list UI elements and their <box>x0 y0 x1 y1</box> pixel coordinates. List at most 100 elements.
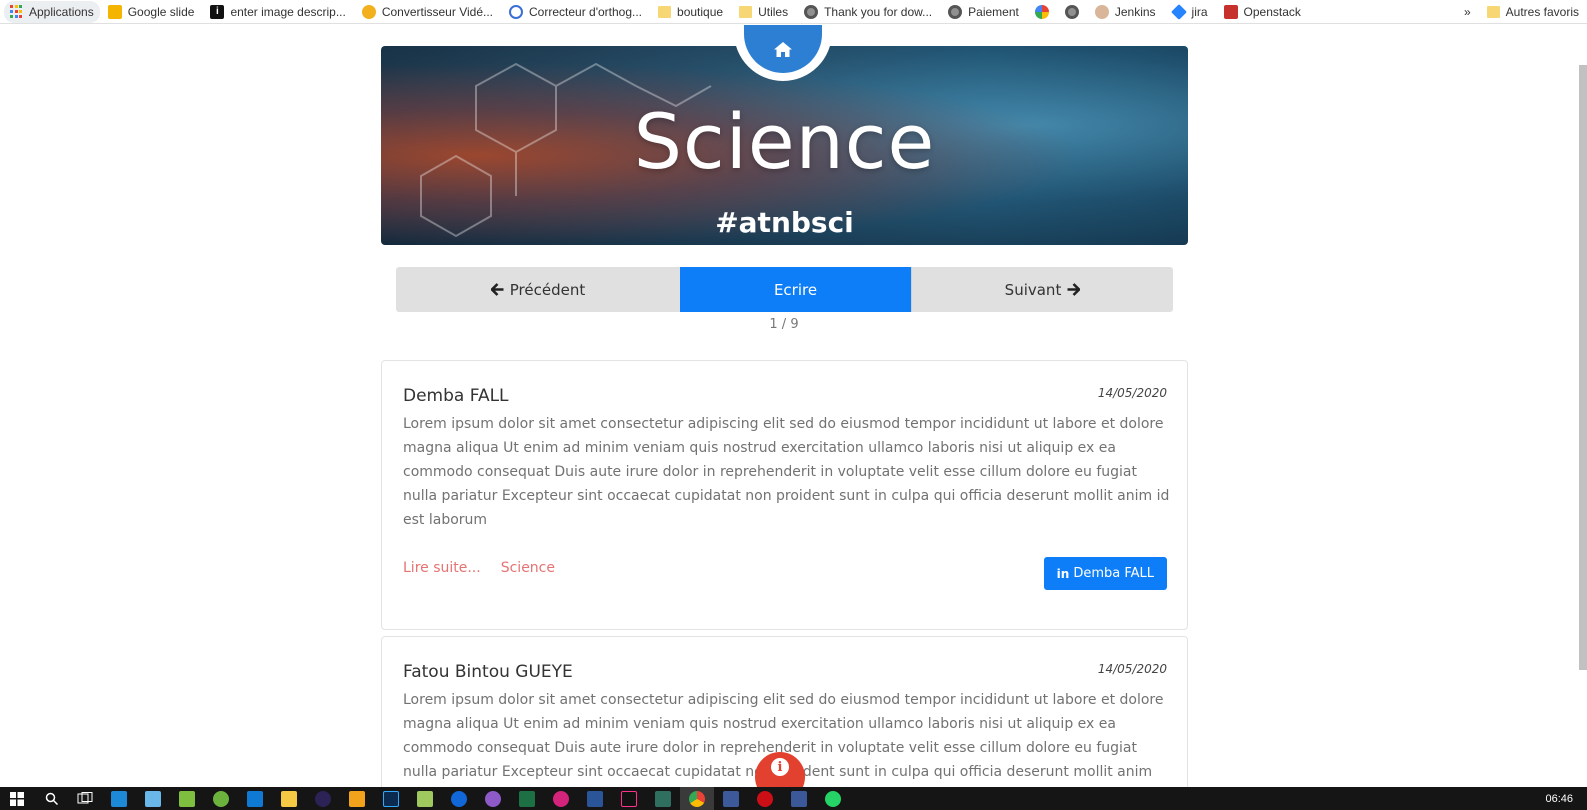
bookmark-jira[interactable]: jira <box>1164 1 1216 23</box>
pinwheel-icon <box>1034 4 1049 19</box>
taskbar-search[interactable] <box>34 787 68 810</box>
taskbar-app[interactable] <box>748 787 782 810</box>
jenkins-icon <box>1094 4 1109 19</box>
bookmark-label: Thank you for dow... <box>824 4 933 19</box>
bookmark-paiement[interactable]: Paiement <box>940 1 1027 23</box>
read-more-link[interactable]: Lire suite... <box>403 560 481 576</box>
bookmark-other-favorites[interactable]: Autres favoris <box>1479 1 1587 23</box>
bookmark-spellcheck[interactable]: Correcteur d'orthog... <box>501 1 650 23</box>
next-label: Suivant <box>1004 280 1062 299</box>
github-icon <box>485 790 501 807</box>
taskbar-app[interactable] <box>714 787 748 810</box>
taskbar-app[interactable] <box>136 787 170 810</box>
taskbar-app[interactable] <box>646 787 680 810</box>
next-button[interactable]: Suivant <box>911 267 1173 312</box>
taskbar-app[interactable] <box>170 787 204 810</box>
write-label: Ecrire <box>773 280 818 299</box>
eclipse-icon <box>315 790 331 807</box>
taskbar-app[interactable] <box>782 787 816 810</box>
post-author: Demba FALL <box>403 386 509 406</box>
folder-icon <box>281 790 297 807</box>
bookmark-jenkins[interactable]: Jenkins <box>1087 1 1164 23</box>
app-icon <box>553 790 569 807</box>
bookmark-label: Autres favoris <box>1505 4 1579 19</box>
taskbar-app[interactable] <box>306 787 340 810</box>
bookmarks-bar: Applications Google slide i enter image … <box>0 0 1587 24</box>
page-scrollbar[interactable] <box>1579 65 1587 670</box>
taskbar-app[interactable] <box>510 787 544 810</box>
taskbar-app[interactable] <box>578 787 612 810</box>
bookmark-label: boutique <box>677 4 724 19</box>
facebook-icon <box>791 790 807 807</box>
category-link[interactable]: Science <box>501 560 555 576</box>
vscode-icon <box>247 790 263 807</box>
previous-label: Précédent <box>509 280 586 299</box>
taskbar-app[interactable] <box>408 787 442 810</box>
bookmark-openstack[interactable]: Openstack <box>1216 1 1309 23</box>
taskbar-task-view[interactable] <box>68 787 102 810</box>
spring-icon <box>213 790 229 807</box>
bookmark-label: Jenkins <box>1114 4 1156 19</box>
taskbar-app[interactable] <box>612 787 646 810</box>
bookmark-label: enter image descrip... <box>230 4 346 19</box>
taskbar-app[interactable] <box>204 787 238 810</box>
post-date: 14/05/2020 <box>1097 662 1167 676</box>
post-author: Fatou Bintou GUEYE <box>403 662 573 682</box>
bookmark-globe[interactable] <box>1057 1 1087 23</box>
bookmark-google-slide[interactable]: Google slide <box>100 1 203 23</box>
taskbar-app[interactable] <box>374 787 408 810</box>
taskbar-app[interactable] <box>272 787 306 810</box>
bookmark-image-description[interactable]: i enter image descrip... <box>202 1 353 23</box>
page-content: Science #atnbsci Précédent Ecrire Suivan… <box>0 25 1587 787</box>
bookmark-utiles[interactable]: Utiles <box>731 1 796 23</box>
arrow-right-icon <box>1067 283 1081 296</box>
explorer-icon <box>145 790 161 807</box>
start-button[interactable] <box>0 791 34 806</box>
bookmark-boutique[interactable]: boutique <box>650 1 731 23</box>
taskbar-app[interactable] <box>442 787 476 810</box>
post-navigation: Précédent Ecrire Suivant <box>396 267 1173 312</box>
post-date: 14/05/2020 <box>1097 386 1167 400</box>
folder-icon <box>739 5 753 18</box>
taskbar-app[interactable] <box>102 787 136 810</box>
taskbar-app[interactable] <box>816 787 850 810</box>
hero-hashtag: #atnbsci <box>715 206 854 239</box>
hero-title: Science <box>633 97 936 186</box>
bookmark-applications[interactable]: Applications <box>4 0 100 23</box>
previous-button[interactable]: Précédent <box>396 267 680 312</box>
arrow-left-icon <box>490 283 504 296</box>
bookmark-converter[interactable]: Convertisseur Vidé... <box>354 1 501 23</box>
taskbar-app[interactable] <box>340 787 374 810</box>
taskbar-app-active[interactable] <box>680 787 714 810</box>
write-button[interactable]: Ecrire <box>680 267 911 312</box>
linkedin-icon: in <box>1056 566 1070 581</box>
bookmark-pinwheel[interactable] <box>1027 1 1057 23</box>
terminal-icon <box>655 790 671 807</box>
spellcheck-icon <box>509 4 523 19</box>
author-linkedin-button[interactable]: in Demba FALL <box>1043 557 1167 590</box>
windows-taskbar: 06:46 <box>0 787 1587 810</box>
taskbar-app[interactable] <box>476 787 510 810</box>
taskbar-app[interactable] <box>544 787 578 810</box>
bookmark-thank-you[interactable]: Thank you for dow... <box>796 1 940 23</box>
post-card: Demba FALL 14/05/2020 Lorem ipsum dolor … <box>381 360 1188 630</box>
task-view-icon <box>77 792 93 804</box>
bookmark-label: jira <box>1191 4 1208 19</box>
browser-icon <box>451 790 467 807</box>
photoshop-icon <box>383 790 399 807</box>
jira-icon <box>1170 3 1187 20</box>
security-icon <box>723 790 739 807</box>
intellij-icon <box>621 790 637 807</box>
bookmarks-overflow-button[interactable]: » <box>1456 1 1479 23</box>
bookmark-label: Convertisseur Vidé... <box>381 4 493 19</box>
whatsapp-icon <box>825 790 841 807</box>
info-icon: i <box>771 758 789 776</box>
openstack-icon <box>1223 4 1238 19</box>
search-icon <box>45 792 58 805</box>
taskbar-clock[interactable]: 06:46 <box>1545 793 1573 805</box>
notes-icon <box>349 790 365 807</box>
taskbar-app[interactable] <box>238 787 272 810</box>
converter-icon <box>361 4 376 19</box>
store-icon <box>111 790 127 807</box>
info-page-icon: i <box>210 4 225 19</box>
